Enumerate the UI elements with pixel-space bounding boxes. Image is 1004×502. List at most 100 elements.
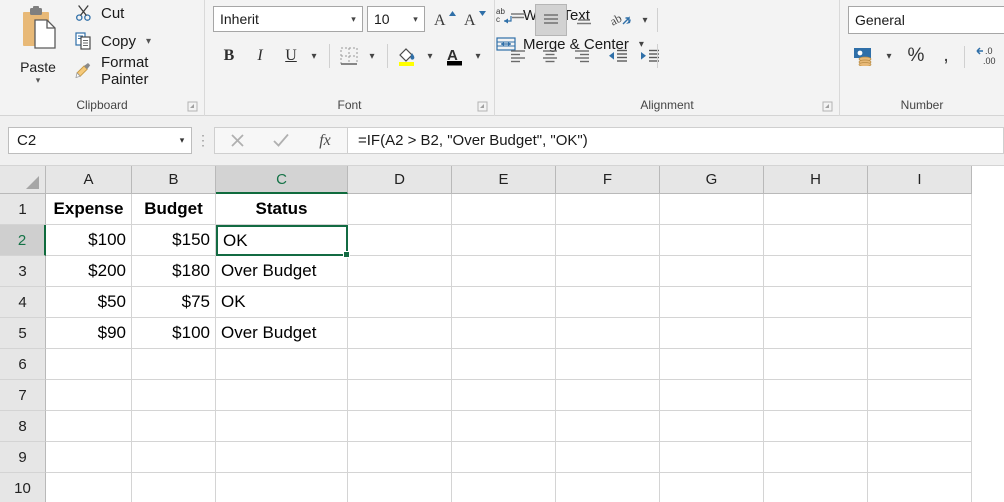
text-orientation-button[interactable]: ab bbox=[607, 6, 637, 34]
fill-color-chevron-down-icon[interactable]: ▾ bbox=[421, 42, 439, 70]
cell-E4[interactable] bbox=[452, 287, 556, 318]
chevron-down-icon[interactable]: ▾ bbox=[36, 76, 41, 85]
cell-B1[interactable]: Budget bbox=[132, 194, 216, 225]
cell-C4[interactable]: OK bbox=[216, 287, 348, 318]
cell-E10[interactable] bbox=[452, 473, 556, 502]
cell-B7[interactable] bbox=[132, 380, 216, 411]
cell-E8[interactable] bbox=[452, 411, 556, 442]
cell-F3[interactable] bbox=[556, 256, 660, 287]
format-painter-button[interactable]: Format Painter bbox=[68, 54, 204, 88]
cell-D3[interactable] bbox=[348, 256, 452, 287]
row-header-8[interactable]: 8 bbox=[0, 411, 46, 442]
cell-H6[interactable] bbox=[764, 349, 868, 380]
cell-I5[interactable] bbox=[868, 318, 972, 349]
cell-H7[interactable] bbox=[764, 380, 868, 411]
cut-button[interactable]: Cut bbox=[68, 0, 128, 26]
column-header-C[interactable]: C bbox=[216, 166, 348, 194]
cell-E3[interactable] bbox=[452, 256, 556, 287]
cell-A9[interactable] bbox=[46, 442, 132, 473]
underline-chevron-down-icon[interactable]: ▾ bbox=[305, 42, 323, 70]
row-header-7[interactable]: 7 bbox=[0, 380, 46, 411]
cell-I7[interactable] bbox=[868, 380, 972, 411]
align-middle-button[interactable] bbox=[535, 4, 567, 36]
cell-G9[interactable] bbox=[660, 442, 764, 473]
row-header-4[interactable]: 4 bbox=[0, 287, 46, 318]
column-header-E[interactable]: E bbox=[452, 166, 556, 194]
fill-color-button[interactable] bbox=[393, 42, 421, 70]
cell-D5[interactable] bbox=[348, 318, 452, 349]
percent-style-button[interactable]: % bbox=[902, 42, 930, 70]
cell-G10[interactable] bbox=[660, 473, 764, 502]
cell-H3[interactable] bbox=[764, 256, 868, 287]
cell-I1[interactable] bbox=[868, 194, 972, 225]
cell-F7[interactable] bbox=[556, 380, 660, 411]
cell-C8[interactable] bbox=[216, 411, 348, 442]
number-format-input[interactable]: General bbox=[848, 6, 1004, 34]
cell-E2[interactable] bbox=[452, 225, 556, 256]
name-box-chevron-down-icon[interactable]: ▾ bbox=[173, 135, 191, 146]
cell-A7[interactable] bbox=[46, 380, 132, 411]
cell-B10[interactable] bbox=[132, 473, 216, 502]
copy-button[interactable]: Copy ▾ bbox=[68, 28, 155, 54]
cell-A8[interactable] bbox=[46, 411, 132, 442]
cell-C6[interactable] bbox=[216, 349, 348, 380]
cell-D1[interactable] bbox=[348, 194, 452, 225]
cell-G7[interactable] bbox=[660, 380, 764, 411]
chevron-down-icon[interactable]: ▾ bbox=[345, 14, 362, 25]
column-header-A[interactable]: A bbox=[46, 166, 132, 194]
cell-E5[interactable] bbox=[452, 318, 556, 349]
cell-I8[interactable] bbox=[868, 411, 972, 442]
increase-indent-button[interactable] bbox=[635, 42, 665, 70]
cell-F5[interactable] bbox=[556, 318, 660, 349]
cell-G6[interactable] bbox=[660, 349, 764, 380]
cell-G4[interactable] bbox=[660, 287, 764, 318]
increase-font-size-button[interactable]: A bbox=[431, 6, 459, 32]
borders-chevron-down-icon[interactable]: ▾ bbox=[363, 42, 381, 70]
font-size-input[interactable]: 10 ▾ bbox=[367, 6, 425, 32]
decrease-indent-button[interactable] bbox=[603, 42, 633, 70]
bold-button[interactable]: B bbox=[215, 42, 243, 70]
cell-E6[interactable] bbox=[452, 349, 556, 380]
column-header-H[interactable]: H bbox=[764, 166, 868, 194]
comma-style-button[interactable]: , bbox=[932, 42, 960, 70]
font-dialog-launcher-icon[interactable] bbox=[477, 99, 488, 112]
cell-H8[interactable] bbox=[764, 411, 868, 442]
column-header-F[interactable]: F bbox=[556, 166, 660, 194]
decrease-decimal-button[interactable]: .0 .00 bbox=[972, 42, 1004, 70]
cell-D4[interactable] bbox=[348, 287, 452, 318]
cell-B9[interactable] bbox=[132, 442, 216, 473]
cell-I6[interactable] bbox=[868, 349, 972, 380]
cell-F9[interactable] bbox=[556, 442, 660, 473]
chevron-down-icon[interactable]: ▾ bbox=[146, 36, 151, 47]
column-header-B[interactable]: B bbox=[132, 166, 216, 194]
cell-B8[interactable] bbox=[132, 411, 216, 442]
cell-F2[interactable] bbox=[556, 225, 660, 256]
cell-I9[interactable] bbox=[868, 442, 972, 473]
cell-F10[interactable] bbox=[556, 473, 660, 502]
column-header-D[interactable]: D bbox=[348, 166, 452, 194]
insert-function-button[interactable]: fx bbox=[303, 128, 347, 153]
cell-A1[interactable]: Expense bbox=[46, 194, 132, 225]
cell-I2[interactable] bbox=[868, 225, 972, 256]
cell-B6[interactable] bbox=[132, 349, 216, 380]
enter-button[interactable] bbox=[259, 128, 303, 153]
italic-button[interactable]: I bbox=[246, 42, 274, 70]
cell-H9[interactable] bbox=[764, 442, 868, 473]
cell-A4[interactable]: $50 bbox=[46, 287, 132, 318]
align-top-button[interactable] bbox=[503, 6, 533, 34]
cell-A5[interactable]: $90 bbox=[46, 318, 132, 349]
row-header-3[interactable]: 3 bbox=[0, 256, 46, 287]
cell-G1[interactable] bbox=[660, 194, 764, 225]
row-header-5[interactable]: 5 bbox=[0, 318, 46, 349]
cell-C9[interactable] bbox=[216, 442, 348, 473]
cell-C10[interactable] bbox=[216, 473, 348, 502]
cell-D8[interactable] bbox=[348, 411, 452, 442]
cell-D10[interactable] bbox=[348, 473, 452, 502]
select-all-corner[interactable] bbox=[0, 166, 46, 194]
cell-E1[interactable] bbox=[452, 194, 556, 225]
cell-C3[interactable]: Over Budget bbox=[216, 256, 348, 287]
row-header-6[interactable]: 6 bbox=[0, 349, 46, 380]
cell-H2[interactable] bbox=[764, 225, 868, 256]
cell-A6[interactable] bbox=[46, 349, 132, 380]
cell-B2[interactable]: $150 bbox=[132, 225, 216, 256]
